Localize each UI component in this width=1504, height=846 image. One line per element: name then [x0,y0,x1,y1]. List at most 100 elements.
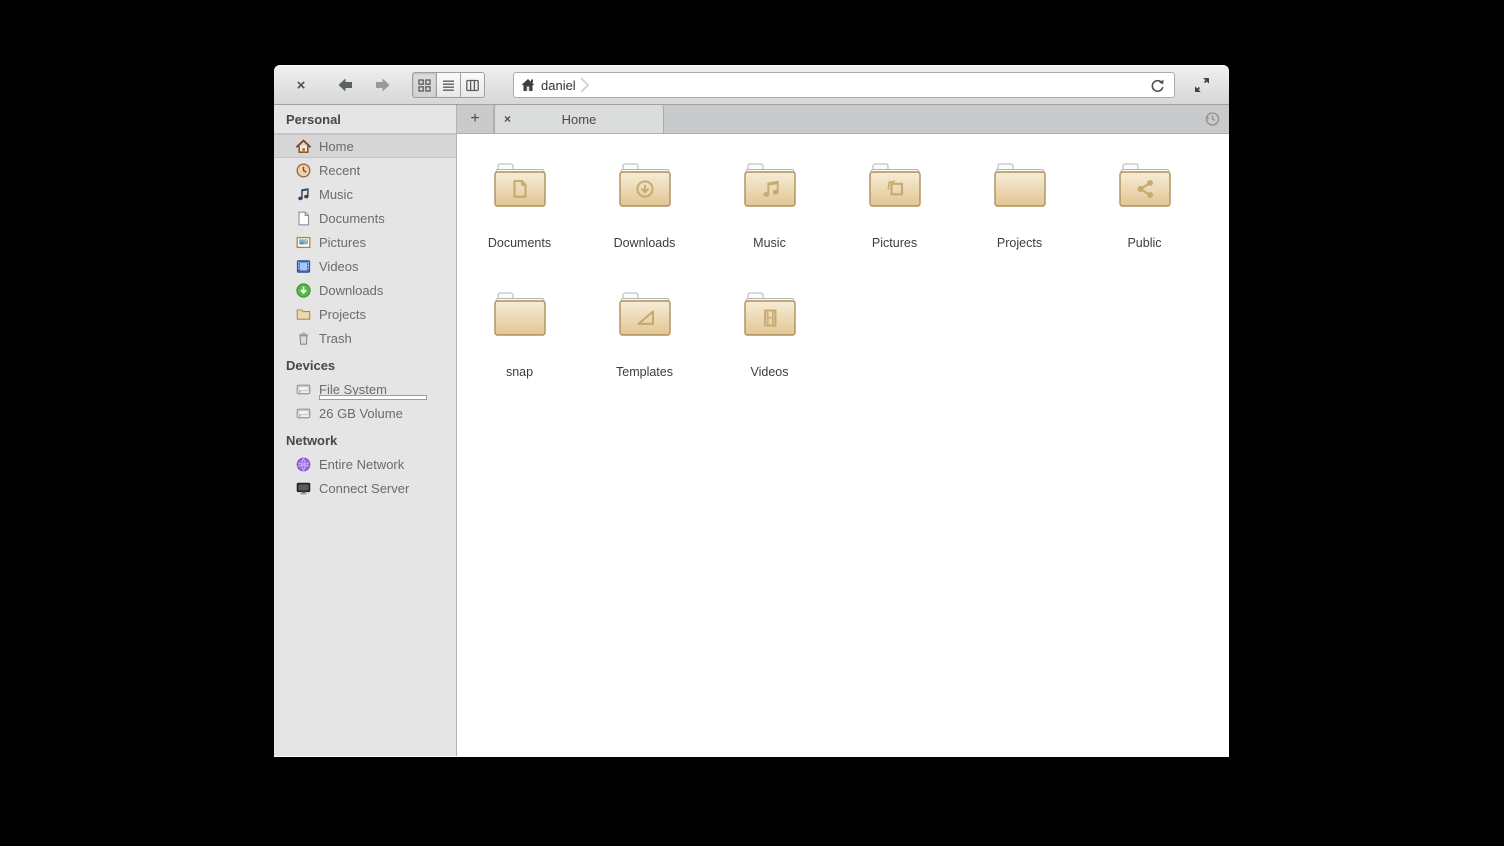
disk-icon [295,381,312,398]
tab-bar-spacer [664,105,1195,133]
sidebar: PersonalHome Recent Music Documents Pictures… [274,105,457,756]
sidebar-item-label: Downloads [319,283,383,298]
sidebar-item-file-system[interactable]: File System [274,377,456,401]
sidebar-item-entire-network[interactable]: Entire Network [274,452,456,476]
sidebar-item-26-gb-volume[interactable]: 26 GB Volume [274,401,456,425]
folder-label: Templates [616,365,673,379]
folder-item-music[interactable]: Music [707,161,832,290]
folder-item-templates[interactable]: Templates [582,290,707,419]
folder-icon [295,306,312,323]
folder-icon [491,161,549,214]
history-icon [1203,110,1221,128]
grid-view-button[interactable] [412,72,437,98]
folder-item-projects[interactable]: Projects [957,161,1082,290]
folder-item-pictures[interactable]: Pictures [832,161,957,290]
sidebar-item-pictures[interactable]: Pictures [274,230,456,254]
sidebar-item-home[interactable]: Home [274,134,456,158]
tab-home[interactable]: ×Home [494,105,664,133]
folder-label: Documents [488,236,551,250]
sidebar-item-label: Projects [319,307,366,322]
sidebar-header-personal: Personal [274,105,456,134]
sidebar-item-label: Connect Server [319,481,409,496]
sidebar-item-documents[interactable]: Documents [274,206,456,230]
fullscreen-button[interactable] [1189,72,1215,98]
folder-icon [1116,161,1174,214]
view-switcher [412,72,485,98]
column-view-icon [465,78,480,93]
folder-label: Public [1127,236,1161,250]
list-view-button[interactable] [437,72,461,98]
disk-icon [295,405,312,422]
sidebar-item-label: Documents [319,211,385,226]
server-icon [295,480,312,497]
sidebar-header-devices: Devices [274,352,456,377]
sidebar-item-label: Music [319,187,353,202]
tab-bar: + ×Home [457,105,1229,134]
back-button[interactable] [332,72,358,98]
back-arrow-icon [335,75,355,95]
folder-item-videos[interactable]: Videos [707,290,832,419]
folder-label: Pictures [872,236,917,250]
music-icon [295,186,312,203]
column-view-button[interactable] [461,72,485,98]
folder-icon [616,290,674,343]
folder-item-documents[interactable]: Documents [457,161,582,290]
folder-label: Projects [997,236,1042,250]
folder-item-downloads[interactable]: Downloads [582,161,707,290]
sidebar-item-label: Recent [319,163,360,178]
disk-usage-bar [319,395,427,400]
sidebar-item-recent[interactable]: Recent [274,158,456,182]
trash-icon [295,330,312,347]
new-tab-button[interactable]: + [457,105,494,133]
recent-icon [295,162,312,179]
folder-icon [991,161,1049,214]
sidebar-item-projects[interactable]: Projects [274,302,456,326]
folder-label: Music [753,236,786,250]
sidebar-item-connect-server[interactable]: Connect Server [274,476,456,500]
folder-icon [741,161,799,214]
folder-item-snap[interactable]: snap [457,290,582,419]
folder-label: Videos [751,365,789,379]
forward-button[interactable] [370,72,396,98]
home-icon [295,138,312,155]
folder-label: snap [506,365,533,379]
refresh-icon [1149,77,1166,94]
folder-grid: Documents Downloads Music Pictures Projects P… [457,134,1229,756]
window-close-button[interactable]: × [290,74,312,96]
list-view-icon [441,78,456,93]
sidebar-item-music[interactable]: Music [274,182,456,206]
sidebar-item-label: Trash [319,331,352,346]
breadcrumb-label: daniel [541,78,576,93]
path-bar[interactable]: daniel [513,72,1175,98]
home-icon [520,77,536,93]
chevron-right-icon [580,76,590,94]
sidebar-item-label: Videos [319,259,359,274]
refresh-button[interactable] [1146,74,1168,96]
document-icon [295,210,312,227]
sidebar-item-label: 26 GB Volume [319,406,403,421]
sidebar-item-trash[interactable]: Trash [274,326,456,350]
file-manager-window: × [274,65,1229,757]
folder-item-public[interactable]: Public [1082,161,1207,290]
toolbar: × [274,65,1229,105]
main-pane: + ×Home Documents Downloads Music Pictures P… [457,105,1229,756]
tab-history-button[interactable] [1195,105,1229,133]
breadcrumb[interactable]: daniel [520,76,590,94]
folder-icon [616,161,674,214]
expand-icon [1193,76,1211,94]
folder-icon [741,290,799,343]
forward-arrow-icon [373,75,393,95]
downloads-icon [295,282,312,299]
sidebar-item-videos[interactable]: Videos [274,254,456,278]
videos-icon [295,258,312,275]
grid-view-icon [417,78,432,93]
sidebar-item-label: Pictures [319,235,366,250]
network-icon [295,456,312,473]
window-body: PersonalHomeRecentMusicDocumentsPictures… [274,105,1229,756]
pictures-icon [295,234,312,251]
sidebar-item-label: Entire Network [319,457,404,472]
sidebar-header-network: Network [274,427,456,452]
sidebar-item-downloads[interactable]: Downloads [274,278,456,302]
tab-label: Home [495,112,663,127]
tab-close-button[interactable]: × [504,105,511,133]
